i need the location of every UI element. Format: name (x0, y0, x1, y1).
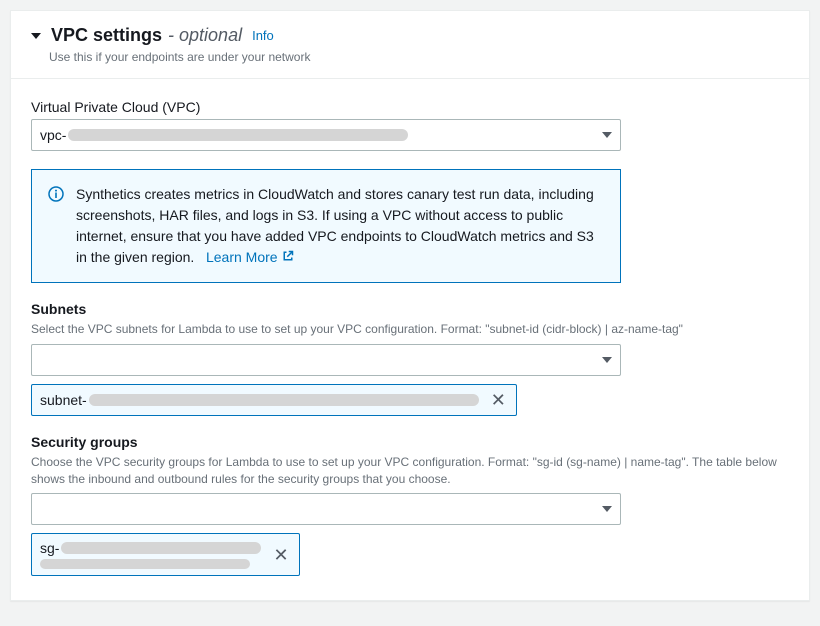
token-prefix: sg- (40, 540, 59, 556)
learn-more-label: Learn More (206, 247, 278, 268)
vpc-select-value: vpc- (40, 127, 602, 143)
vpc-info-alert: Synthetics creates metrics in CloudWatch… (31, 169, 621, 283)
vpc-select[interactable]: vpc- (31, 119, 621, 151)
subnets-help: Select the VPC subnets for Lambda to use… (31, 321, 789, 338)
token-row: sg- (40, 540, 261, 556)
vpc-label: Virtual Private Cloud (VPC) (31, 99, 789, 115)
remove-subnet-button[interactable]: ✕ (489, 391, 508, 409)
redacted-value (89, 394, 479, 406)
subnets-label: Subnets (31, 301, 789, 317)
security-groups-label: Security groups (31, 434, 789, 450)
chevron-down-icon (602, 357, 612, 363)
panel-header[interactable]: VPC settings - optional Info Use this if… (11, 11, 809, 79)
panel-title-row: VPC settings - optional Info (31, 25, 789, 46)
security-groups-select[interactable] (31, 493, 621, 525)
panel-title: VPC settings (51, 25, 162, 46)
panel-title-optional: - optional (168, 25, 242, 46)
panel-subtitle: Use this if your endpoints are under you… (49, 50, 789, 64)
info-link[interactable]: Info (252, 28, 274, 43)
token-prefix: subnet- (40, 392, 87, 408)
subnets-field: Subnets Select the VPC subnets for Lambd… (31, 301, 789, 416)
token-content: sg- (40, 540, 261, 569)
learn-more-link[interactable]: Learn More (206, 247, 294, 268)
subnets-select[interactable] (31, 344, 621, 376)
token-content: subnet- (40, 392, 479, 408)
security-group-token: sg- ✕ (31, 533, 300, 576)
chevron-down-icon (602, 132, 612, 138)
security-groups-help: Choose the VPC security groups for Lambd… (31, 454, 789, 488)
vpc-value-prefix: vpc- (40, 127, 66, 143)
redacted-value (61, 542, 261, 554)
redacted-value (68, 129, 408, 141)
token-row-secondary (40, 559, 261, 569)
chevron-down-icon (602, 506, 612, 512)
caret-down-icon (31, 33, 41, 39)
subnet-token: subnet- ✕ (31, 384, 517, 416)
alert-body: Synthetics creates metrics in CloudWatch… (76, 186, 594, 265)
panel-body: Virtual Private Cloud (VPC) vpc- Synthet… (11, 79, 809, 600)
token-row: subnet- (40, 392, 479, 408)
info-circle-icon (48, 186, 64, 202)
vpc-field: Virtual Private Cloud (VPC) vpc- Synthet… (31, 99, 789, 283)
alert-text: Synthetics creates metrics in CloudWatch… (76, 184, 604, 268)
external-link-icon (282, 247, 294, 268)
remove-security-group-button[interactable]: ✕ (271, 546, 290, 564)
security-groups-field: Security groups Choose the VPC security … (31, 434, 789, 577)
vpc-settings-panel: VPC settings - optional Info Use this if… (10, 10, 810, 601)
redacted-value (40, 559, 250, 569)
